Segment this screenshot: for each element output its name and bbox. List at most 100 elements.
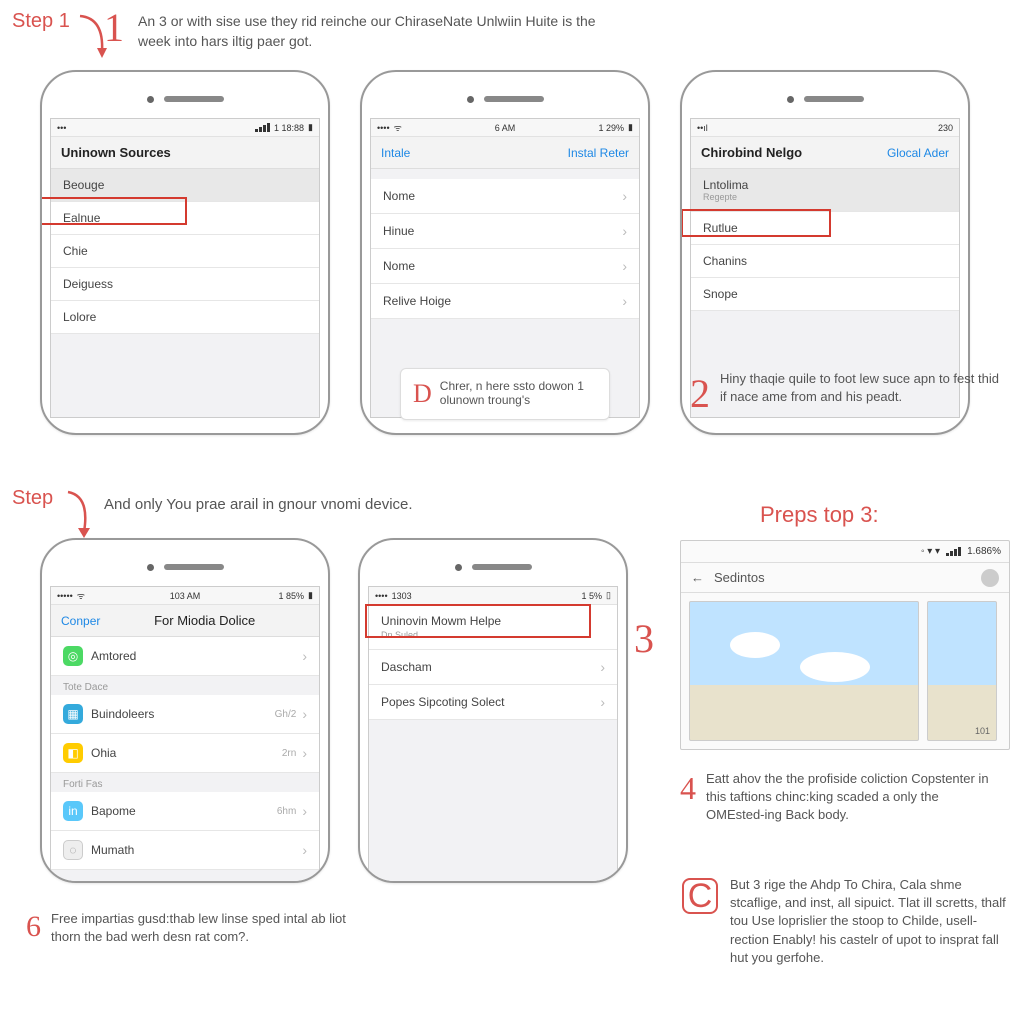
back-icon[interactable]: ← <box>691 570 704 585</box>
list-item[interactable]: ◧ Ohia2rn› <box>51 734 319 773</box>
nav-right-action[interactable]: Glocal Ader <box>887 146 949 160</box>
note-text: Eatt ahov the the profiside coliction Co… <box>706 770 1000 825</box>
phone-5: •••• 1303 1 5%▯ Uninovin Mowm Helpe Dn Su… <box>358 538 628 883</box>
list-item[interactable]: in Bapome6hm› <box>51 792 319 831</box>
chevron-right-icon: › <box>302 745 307 761</box>
chevron-right-icon: › <box>302 648 307 664</box>
status-time: 1303 <box>392 591 412 601</box>
step1-desc: An 3 or with sise use they rid reinche o… <box>138 12 618 51</box>
wifi-icon: ᯤ <box>394 121 402 134</box>
status-time: 230 <box>938 123 953 133</box>
list-item[interactable]: Hinue› <box>371 214 639 249</box>
header-title: Chirobind Nelgo <box>701 145 802 160</box>
list-item[interactable]: Popes Sipcoting Solect› <box>369 685 617 720</box>
chevron-right-icon: › <box>302 706 307 722</box>
list-item[interactable]: Relive Hoige› <box>371 284 639 319</box>
list-item[interactable]: Lntolima Regepte <box>691 169 959 212</box>
profile-icon[interactable] <box>981 569 999 587</box>
note-text: Chrer, n here ssto dowon 1 olunown troun… <box>440 379 597 407</box>
chevron-right-icon: › <box>622 188 627 204</box>
camera-icon <box>455 564 462 571</box>
note-4: 4 Eatt ahov the the profiside coliction … <box>680 770 1000 825</box>
list-item[interactable]: Snope <box>691 278 959 311</box>
note-3-badge: 3 <box>634 615 654 662</box>
battery-pct: 1.686% <box>967 546 1001 557</box>
note-5-badge: C <box>682 878 718 914</box>
list-item[interactable]: Chie <box>51 235 319 268</box>
step1-label: Step 1 <box>12 10 70 33</box>
list-item[interactable]: Rutlue <box>691 212 959 245</box>
step2-label: Step <box>12 487 53 510</box>
note-badge: 6 <box>26 910 41 946</box>
wifi-icon: ᯤ <box>77 589 85 602</box>
chevron-right-icon: › <box>302 803 307 819</box>
app-icon: ▦ <box>63 704 83 724</box>
section-label: Tote Dace <box>51 676 319 695</box>
list-item[interactable]: Beouge <box>51 169 319 202</box>
status-time: 103 AM <box>170 591 201 601</box>
battery-pct: 1 29% <box>599 123 625 133</box>
camera-icon <box>787 96 794 103</box>
note-badge: D <box>413 379 432 409</box>
signal-icon <box>946 547 961 556</box>
speaker-icon <box>164 96 224 102</box>
list-item[interactable]: Ealnue <box>51 202 319 235</box>
browser-title: Sedintos <box>714 570 971 585</box>
nav-left-action[interactable]: Intale <box>381 146 410 160</box>
list-item[interactable]: ◎ Amtored› <box>51 637 319 676</box>
nav-right-action[interactable]: Instal Reter <box>568 146 629 160</box>
chevron-right-icon: › <box>622 223 627 239</box>
step2-desc: And only You prae arail in gnour vnomi d… <box>104 494 564 515</box>
list-item[interactable]: Dascham› <box>369 650 617 685</box>
chevron-right-icon: › <box>600 659 605 675</box>
status-time: 6 AM <box>495 123 516 133</box>
app-icon: in <box>63 801 83 821</box>
list-item[interactable]: Nome› <box>371 249 639 284</box>
camera-icon <box>467 96 474 103</box>
header-title: For Miodia Dolice <box>154 613 255 628</box>
list-item[interactable]: Lolore <box>51 301 319 334</box>
gallery-thumb[interactable] <box>689 601 919 741</box>
battery-icon: ▮ <box>308 590 313 601</box>
note-2: 2 Hiny thaqie quile to foot lew suce apn… <box>690 370 1000 417</box>
speaker-icon <box>164 564 224 570</box>
chevron-right-icon: › <box>622 258 627 274</box>
signal-icon: ••• <box>57 123 66 133</box>
battery-icon: ▯ <box>606 590 611 601</box>
chevron-right-icon: › <box>302 842 307 858</box>
list-item[interactable]: Nome› <box>371 179 639 214</box>
battery-pct: 1 5% <box>582 591 603 601</box>
speaker-icon <box>804 96 864 102</box>
thumb-label: 101 <box>975 726 990 736</box>
battery-icon: ▮ <box>628 122 633 133</box>
camera-icon <box>147 96 154 103</box>
preps-title: Preps top 3: <box>760 502 879 528</box>
list-item[interactable]: ◌ Mumath› <box>51 831 319 870</box>
wifi-icon <box>255 123 270 132</box>
list-item[interactable]: ▦ BuindoleersGh/⁠2› <box>51 695 319 734</box>
signal-icon: ••••• <box>57 591 73 601</box>
speaker-icon <box>472 564 532 570</box>
battery-icon: ▮ <box>308 122 313 133</box>
note-text: Hiny thaqie quile to foot lew suce apn t… <box>720 370 1000 417</box>
note-5-text: But 3 rige the Ahdp To Chira, Cala shme … <box>730 876 1010 967</box>
app-icon: ◧ <box>63 743 83 763</box>
signal-icon: •••• <box>375 591 388 601</box>
gallery-thumb[interactable]: 101 <box>927 601 997 741</box>
list-item[interactable]: Uninovin Mowm Helpe Dn Suled <box>369 605 617 650</box>
status-time: 1 18:88 <box>274 123 304 133</box>
note-badge: 2 <box>690 370 710 417</box>
app-icon: ◎ <box>63 646 83 666</box>
speaker-icon <box>484 96 544 102</box>
chevron-right-icon: › <box>622 293 627 309</box>
app-icon: ◌ <box>63 840 83 860</box>
list-item[interactable]: Deiguess <box>51 268 319 301</box>
note-badge: 4 <box>680 770 696 825</box>
list-item[interactable]: Chanins <box>691 245 959 278</box>
phone-4: •••••ᯤ 103 AM 1 85%▮ Conper For Miodia D… <box>40 538 330 883</box>
signal-icon: ••ıl <box>697 123 708 133</box>
note-text: Free impartias gusd:thab lew linse sped … <box>51 910 356 946</box>
note-1: D Chrer, n here ssto dowon 1 olunown tro… <box>400 368 610 420</box>
nav-left-action[interactable]: Conper <box>61 614 100 628</box>
header-title: Uninown Sources <box>61 145 171 160</box>
